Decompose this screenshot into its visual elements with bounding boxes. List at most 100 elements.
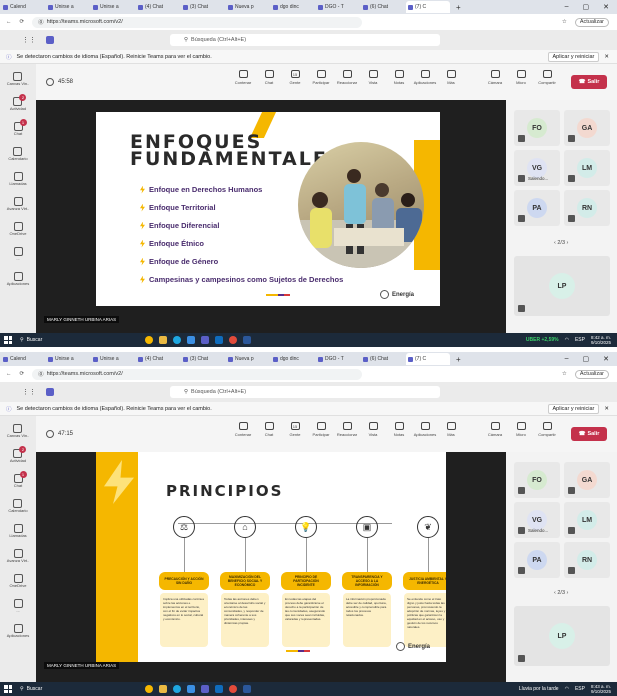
rail-item-back[interactable]: Canvas Vin.. (7, 424, 29, 446)
browser-tab[interactable]: Unirse a (46, 1, 90, 13)
rail-item-back[interactable]: Canvas Vin.. (7, 72, 29, 94)
chrome-icon[interactable] (229, 336, 237, 344)
minimize-icon[interactable]: – (565, 3, 569, 11)
control-more[interactable]: Más (440, 422, 462, 437)
participant-tile[interactable]: RN (564, 190, 610, 226)
leave-button[interactable]: ☎ Salir (571, 427, 607, 441)
control-reaction[interactable]: Reaccionar (336, 70, 358, 85)
control-share[interactable]: Contenar (232, 70, 254, 85)
participant-tile[interactable]: FO (514, 110, 560, 146)
browser-tab[interactable]: dgo dinc (271, 1, 315, 13)
rail-item-bell[interactable]: 2 Actividad (10, 446, 27, 471)
rail-item-chat[interactable]: 1 Chat (13, 119, 27, 144)
control-raise-hand[interactable]: Participar (310, 70, 332, 85)
control-share-screen[interactable]: Compartir (536, 70, 558, 85)
new-tab-button[interactable]: + (456, 355, 461, 364)
browser-tab[interactable]: (4) Chat (136, 353, 180, 365)
control-chat[interactable]: Chat (258, 70, 280, 85)
browser-tab[interactable]: Calend (1, 1, 45, 13)
rail-item-phone[interactable]: Llamadas (9, 524, 27, 546)
rail-item-cloud[interactable]: OneDrive (10, 574, 26, 596)
maximize-icon[interactable]: ▢ (583, 355, 590, 363)
url-field[interactable]: ⓪ https://teams.microsoft.com/v2/ (32, 368, 363, 380)
browser-tab[interactable]: (6) Chat (361, 353, 405, 365)
participant-tile[interactable]: LM (564, 502, 610, 538)
control-share[interactable]: Contenar (232, 422, 254, 437)
teams-icon[interactable] (201, 336, 209, 344)
chrome-icon[interactable] (229, 685, 237, 693)
control-people[interactable]: 15 Gente (284, 422, 306, 437)
search-input[interactable]: ⚲ Búsqueda (Ctrl+Alt+E) (170, 386, 440, 398)
participant-tile[interactable]: RN (564, 542, 610, 578)
control-mic[interactable]: Micro (510, 70, 532, 85)
rail-item-calendar[interactable]: Calendario (8, 499, 28, 521)
search-input[interactable]: ⚲ Búsqueda (Ctrl+Alt+E) (170, 34, 440, 46)
participant-tile[interactable]: FO (514, 462, 560, 498)
close-icon[interactable]: ✕ (604, 54, 609, 60)
pager[interactable]: ‹ 2/3 › (554, 240, 568, 246)
rail-item-phone[interactable]: Llamadas (9, 172, 27, 194)
participant-tile[interactable]: VG Salendo... (514, 150, 560, 186)
rail-item-apps[interactable]: Aplicaciones (7, 272, 29, 294)
browser-tab[interactable]: Unirse a (46, 353, 90, 365)
apply-restart-button[interactable]: Aplicar y reiniciar (547, 403, 600, 414)
control-camera[interactable]: Cámara (484, 70, 506, 85)
control-more[interactable]: Más (440, 70, 462, 85)
store-icon[interactable] (187, 336, 195, 344)
browser-tab[interactable]: DGO - T (316, 1, 360, 13)
participant-tile[interactable]: GA (564, 462, 610, 498)
control-raise-hand[interactable]: Participar (310, 422, 332, 437)
star-icon[interactable]: ☆ (562, 371, 567, 377)
app-grid-icon[interactable]: ⋮⋮ (22, 388, 36, 396)
rail-item-bell[interactable]: 2 Actividad (10, 94, 27, 119)
new-tab-button[interactable]: + (456, 3, 461, 12)
participant-tile[interactable]: GA (564, 110, 610, 146)
control-notes[interactable]: Notas (388, 422, 410, 437)
update-button[interactable]: Actualizar (574, 369, 609, 379)
word-icon[interactable] (243, 685, 251, 693)
control-reaction[interactable]: Reaccionar (336, 422, 358, 437)
browser-tab[interactable]: dgo dinc (271, 353, 315, 365)
control-view[interactable]: Vista (362, 422, 384, 437)
teams-icon[interactable] (201, 685, 209, 693)
rail-item-more[interactable]: ... (13, 247, 23, 269)
control-camera[interactable]: Cámara (484, 422, 506, 437)
taskbar-search[interactable]: ⚲ Buscar (20, 335, 90, 345)
outlook-icon[interactable] (215, 685, 223, 693)
outlook-icon[interactable] (215, 336, 223, 344)
explorer-icon[interactable] (159, 685, 167, 693)
browser-tab[interactable]: (7) C (406, 1, 450, 13)
rail-item-app[interactable]: Avanza Virt.. (7, 549, 29, 571)
participant-tile[interactable]: PA (514, 190, 560, 226)
explorer-icon[interactable] (159, 336, 167, 344)
url-field[interactable]: ⓪ https://teams.microsoft.com/v2/ (32, 16, 363, 28)
pager[interactable]: ‹ 2/3 › (554, 590, 568, 596)
windows-start-icon[interactable] (4, 685, 12, 693)
control-notes[interactable]: Notas (388, 70, 410, 85)
rail-item-apps[interactable]: Aplicaciones (7, 624, 29, 646)
browser-tab[interactable]: Unirse a (91, 1, 135, 13)
rail-item-app[interactable]: Avanza Virt.. (7, 197, 29, 219)
browser-tab[interactable]: Calend (1, 353, 45, 365)
rail-item-calendar[interactable]: Calendario (8, 147, 28, 169)
minimize-icon[interactable]: – (565, 355, 569, 363)
control-chat[interactable]: Chat (258, 422, 280, 437)
browser-tab[interactable]: (3) Chat (181, 1, 225, 13)
browser-tab[interactable]: Unirse a (91, 353, 135, 365)
browser-tab[interactable]: Nueva p (226, 353, 270, 365)
browser-tab[interactable]: (7) C (406, 353, 450, 365)
back-icon[interactable]: ← (6, 19, 12, 25)
close-window-icon[interactable]: ✕ (603, 3, 609, 11)
refresh-icon[interactable]: ⟳ (20, 19, 25, 25)
word-icon[interactable] (243, 336, 251, 344)
refresh-icon[interactable]: ⟳ (20, 371, 25, 377)
apply-restart-button[interactable]: Aplicar y reiniciar (547, 51, 600, 62)
close-window-icon[interactable]: ✕ (603, 355, 609, 363)
star-icon[interactable]: ☆ (562, 19, 567, 25)
participant-tile[interactable]: VG Salendo... (514, 502, 560, 538)
browser-tab[interactable]: (3) Chat (181, 353, 225, 365)
update-button[interactable]: Actualizar (574, 17, 609, 27)
windows-start-icon[interactable] (4, 336, 12, 344)
edge-icon[interactable] (173, 336, 181, 344)
rail-item-more[interactable]: ... (13, 599, 23, 621)
